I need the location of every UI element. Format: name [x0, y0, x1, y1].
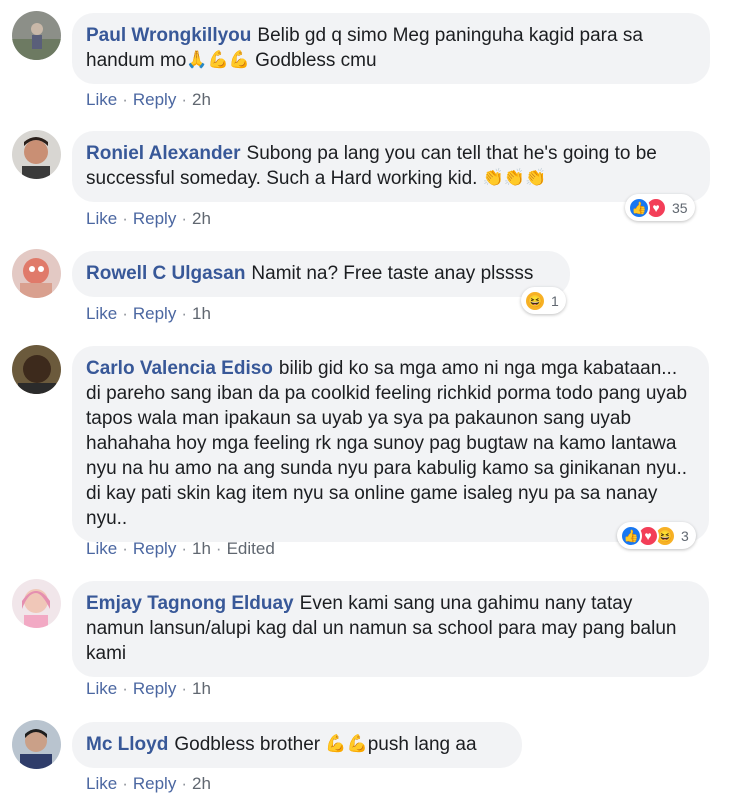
separator: ·: [181, 304, 187, 323]
comment-author[interactable]: Emjay Tagnong Elduay: [86, 593, 294, 614]
comment-time[interactable]: 2h: [192, 90, 211, 109]
like-link[interactable]: Like: [86, 304, 117, 323]
reaction-count: 3: [681, 527, 689, 544]
emoji-icons: 🙏💪💪: [186, 50, 250, 69]
separator: ·: [122, 304, 128, 323]
separator: ·: [215, 539, 222, 558]
comment-author[interactable]: Carlo Valencia Ediso: [86, 358, 273, 379]
comment-bubble: Carlo Valencia Ediso bilib gid ko sa mga …: [72, 346, 709, 542]
separator: ·: [122, 209, 128, 228]
comment-actions: Like · Reply · 2h: [86, 209, 211, 229]
separator: ·: [181, 539, 187, 558]
separator: ·: [122, 539, 128, 558]
like-reaction-icon: 👍: [628, 196, 650, 219]
comment-actions: Like · Reply · 1h: [86, 679, 211, 699]
reply-link[interactable]: Reply: [133, 539, 176, 558]
comment-time[interactable]: 1h: [192, 304, 211, 323]
haha-reaction-icon: 😆: [524, 289, 546, 312]
comment-text: Godbless brother: [174, 734, 326, 755]
comment-actions: Like · Reply · 1h: [86, 304, 211, 324]
comment-text-after: Godbless cmu: [249, 50, 377, 71]
like-link[interactable]: Like: [86, 539, 117, 558]
separator: ·: [122, 774, 128, 793]
reply-link[interactable]: Reply: [133, 209, 176, 228]
comment-time[interactable]: 2h: [192, 209, 211, 228]
comment-actions: Like · Reply · 2h: [86, 90, 211, 110]
reactions-summary[interactable]: 👍 ♥ 35: [625, 194, 695, 221]
comment-bubble: Rowell C Ulgasan Namit na? Free taste ana…: [72, 251, 570, 297]
comment-author[interactable]: Rowell C Ulgasan: [86, 263, 245, 284]
comment-text: bilib gid ko sa mga amo ni nga mga kabat…: [86, 358, 688, 529]
comment-time[interactable]: 1h: [192, 679, 211, 698]
like-link[interactable]: Like: [86, 774, 117, 793]
comment-actions: Like · Reply · 1h · Edited: [86, 539, 275, 559]
comment-bubble: Paul Wrongkillyou Belib gd q simo Meg pan…: [72, 13, 710, 84]
reply-link[interactable]: Reply: [133, 679, 176, 698]
avatar[interactable]: [12, 345, 61, 394]
emoji-icons: 💪💪: [325, 734, 368, 753]
separator: ·: [181, 774, 187, 793]
edited-label[interactable]: Edited: [227, 539, 275, 558]
comment-text-after: push lang aa: [367, 734, 477, 755]
separator: ·: [122, 90, 128, 109]
like-link[interactable]: Like: [86, 209, 117, 228]
reply-link[interactable]: Reply: [133, 90, 176, 109]
comment-time[interactable]: 2h: [192, 774, 211, 793]
reply-link[interactable]: Reply: [133, 774, 176, 793]
like-link[interactable]: Like: [86, 679, 117, 698]
separator: ·: [122, 679, 128, 698]
reaction-count: 1: [551, 292, 559, 309]
comment-text: Namit na? Free taste anay plssss: [251, 263, 534, 284]
comment-actions: Like · Reply · 2h: [86, 774, 211, 794]
separator: ·: [181, 209, 187, 228]
comment-bubble: Emjay Tagnong Elduay Even kami sang una g…: [72, 581, 709, 677]
avatar[interactable]: [12, 579, 61, 628]
comment-time[interactable]: 1h: [192, 539, 211, 558]
avatar[interactable]: [12, 720, 61, 769]
comment-author[interactable]: Paul Wrongkillyou: [86, 25, 251, 46]
reply-link[interactable]: Reply: [133, 304, 176, 323]
reactions-summary[interactable]: 😆 1: [521, 287, 566, 314]
comment-bubble: Roniel Alexander Subong pa lang you can t…: [72, 131, 710, 202]
like-reaction-icon: 👍: [620, 524, 642, 547]
reaction-count: 35: [672, 199, 688, 216]
reactions-summary[interactable]: 👍 ♥ 😆 3: [617, 522, 696, 549]
separator: ·: [181, 90, 187, 109]
avatar[interactable]: [12, 249, 61, 298]
like-link[interactable]: Like: [86, 90, 117, 109]
avatar[interactable]: [12, 130, 61, 179]
emoji-icons: 👏👏👏: [482, 168, 547, 187]
separator: ·: [181, 679, 187, 698]
comment-bubble: Mc Lloyd Godbless brother 💪💪push lang aa: [72, 722, 522, 768]
comment-author[interactable]: Mc Lloyd: [86, 734, 168, 755]
avatar[interactable]: [12, 11, 61, 60]
comment-author[interactable]: Roniel Alexander: [86, 143, 241, 164]
